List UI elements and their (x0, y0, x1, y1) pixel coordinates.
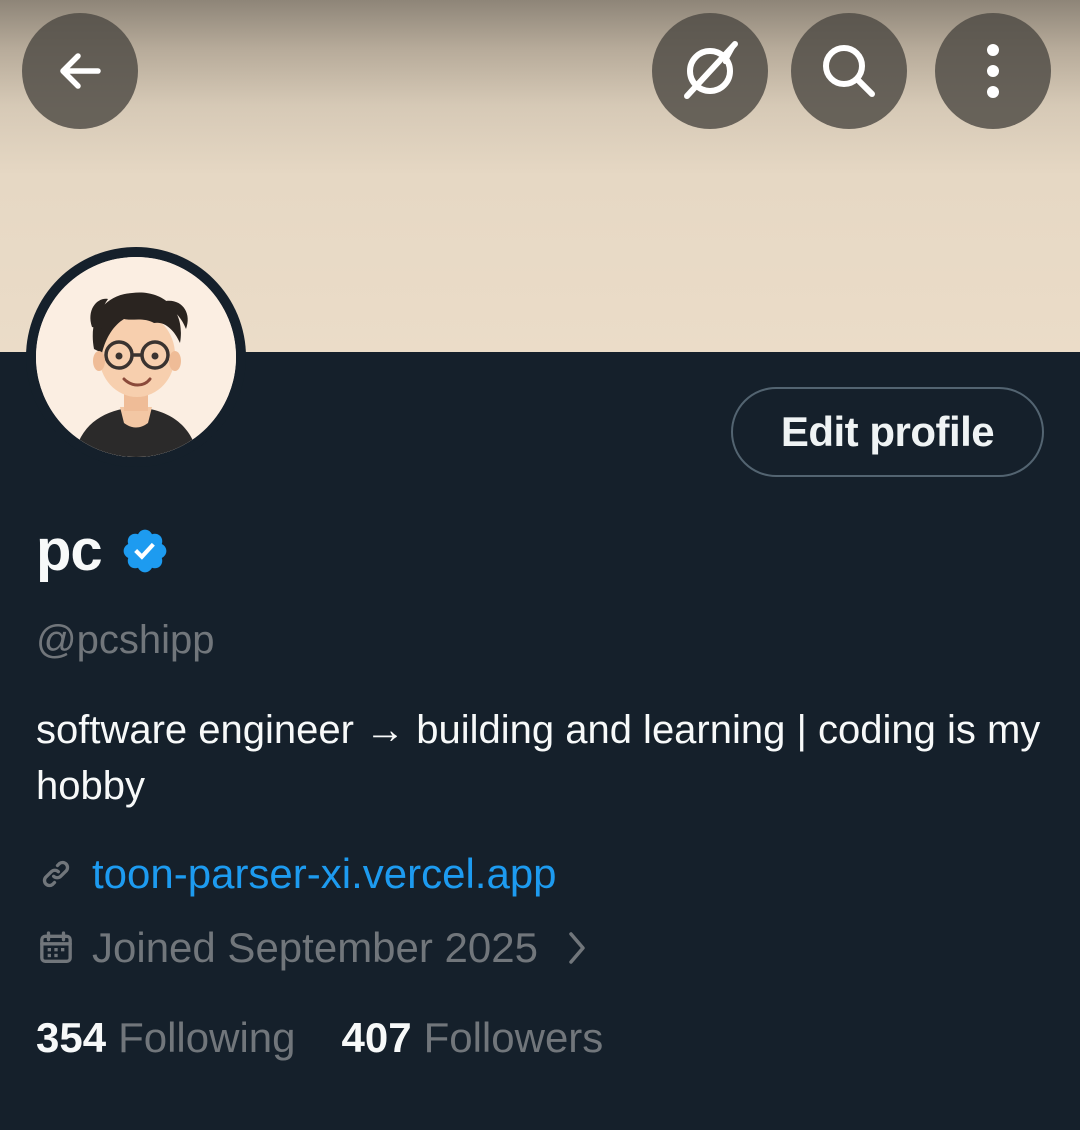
username-handle: @pcshipp (36, 618, 215, 662)
following-label: Following (118, 1014, 296, 1061)
grok-button[interactable] (652, 13, 768, 129)
website-row: toon-parser-xi.vercel.app (36, 850, 557, 898)
chevron-right-icon (569, 932, 585, 964)
edit-profile-button[interactable]: Edit profile (731, 387, 1044, 477)
profile-bio: software engineer → building and learnin… (36, 708, 1041, 808)
followers-count: 407 (341, 1014, 412, 1061)
joined-row[interactable]: Joined September 2025 (36, 924, 588, 972)
arrow-left-icon (60, 53, 101, 89)
follow-stats: 354 Following 407 Followers (36, 1014, 603, 1062)
avatar-image (36, 257, 236, 457)
more-vertical-icon (987, 44, 999, 98)
joined-date: Joined September 2025 (92, 924, 538, 971)
more-options-button[interactable] (935, 13, 1051, 129)
search-icon (823, 45, 875, 97)
website-link[interactable]: toon-parser-xi.vercel.app (92, 850, 557, 898)
verified-badge-icon[interactable] (120, 526, 170, 576)
search-button[interactable] (791, 13, 907, 129)
display-name-row: pc (36, 518, 170, 584)
calendar-icon (40, 931, 72, 963)
display-name: pc (36, 518, 103, 583)
back-button[interactable] (22, 13, 138, 129)
link-icon (42, 860, 70, 888)
followers-stat[interactable]: 407 Followers (342, 1014, 604, 1062)
avatar[interactable] (26, 247, 246, 467)
following-stat[interactable]: 354 Following (36, 1014, 296, 1062)
grok-icon (684, 41, 738, 99)
following-count: 354 (36, 1014, 107, 1061)
followers-label: Followers (423, 1014, 604, 1061)
